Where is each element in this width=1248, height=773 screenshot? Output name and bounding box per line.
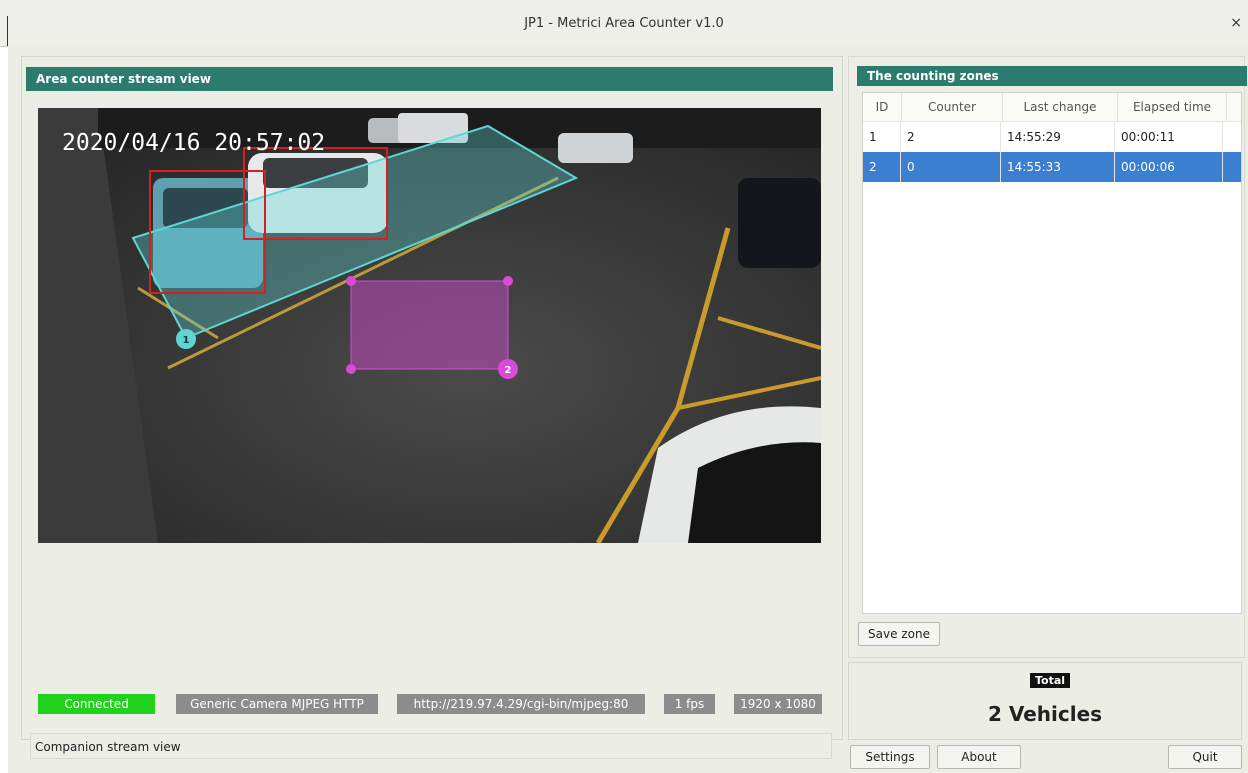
- title-bar: JP1 - Metrici Area Counter v1.0 ×: [0, 0, 1248, 47]
- background-car: [558, 133, 633, 163]
- zone-2-rect[interactable]: [350, 280, 509, 370]
- total-panel: Total 2 Vehicles: [848, 662, 1242, 740]
- about-button[interactable]: About: [937, 745, 1021, 769]
- column-header[interactable]: Elapsed time: [1118, 93, 1227, 121]
- total-label: Total: [1030, 673, 1071, 688]
- fps-badge: 1 fps: [664, 694, 715, 714]
- stream-url-badge: http://219.97.4.29/cgi-bin/mjpeg:80: [397, 694, 645, 714]
- zone-last-change: 14:55:33: [1001, 152, 1115, 182]
- connection-status-badge: Connected: [38, 694, 155, 714]
- quit-button[interactable]: Quit: [1168, 745, 1242, 769]
- zone-last-change: 14:55:29: [1001, 122, 1115, 152]
- zone-2-label: 2: [505, 365, 512, 376]
- zone-counter: 0: [901, 152, 1001, 182]
- zone-row-selected[interactable]: 2 0 14:55:33 00:00:06: [863, 152, 1241, 182]
- zone-id: 2: [863, 152, 901, 182]
- save-zone-button[interactable]: Save zone: [858, 622, 940, 646]
- zones-table: ID Counter Last change Elapsed time 1 2 …: [862, 92, 1242, 614]
- companion-stream-view[interactable]: Companion stream view: [30, 733, 832, 759]
- settings-button[interactable]: Settings: [850, 745, 930, 769]
- zone-counter: 2: [901, 122, 1001, 152]
- camera-frame: 1 2 2020/04/16 20:57:02: [38, 108, 821, 543]
- window-title: JP1 - Metrici Area Counter v1.0: [524, 16, 724, 31]
- resolution-badge: 1920 x 1080: [734, 694, 822, 714]
- column-header[interactable]: Counter: [902, 93, 1003, 121]
- zone-2-handle[interactable]: [346, 364, 356, 374]
- camera-type-badge: Generic Camera MJPEG HTTP: [176, 694, 378, 714]
- zone-2-handle[interactable]: [346, 276, 356, 286]
- stream-header: Area counter stream view: [26, 67, 833, 91]
- zone-2-handle[interactable]: [503, 276, 513, 286]
- zone-1-label: 1: [183, 335, 190, 346]
- zone-elapsed: 00:00:11: [1115, 122, 1223, 152]
- zone-row[interactable]: 1 2 14:55:29 00:00:11: [863, 122, 1241, 152]
- dark-suv: [738, 178, 821, 268]
- column-header[interactable]: ID: [863, 93, 902, 121]
- zones-header: The counting zones: [857, 66, 1247, 86]
- total-value: 2 Vehicles: [987, 702, 1103, 726]
- zones-table-header: ID Counter Last change Elapsed time: [863, 93, 1241, 122]
- camera-stream-view[interactable]: 1 2 2020/04/16 20:57:02: [38, 108, 821, 543]
- column-header[interactable]: Last change: [1003, 93, 1118, 121]
- zone-id: 1: [863, 122, 901, 152]
- timestamp-overlay: 2020/04/16 20:57:02: [62, 130, 325, 156]
- zone-elapsed: 00:00:06: [1115, 152, 1223, 182]
- close-icon[interactable]: ×: [1230, 15, 1242, 31]
